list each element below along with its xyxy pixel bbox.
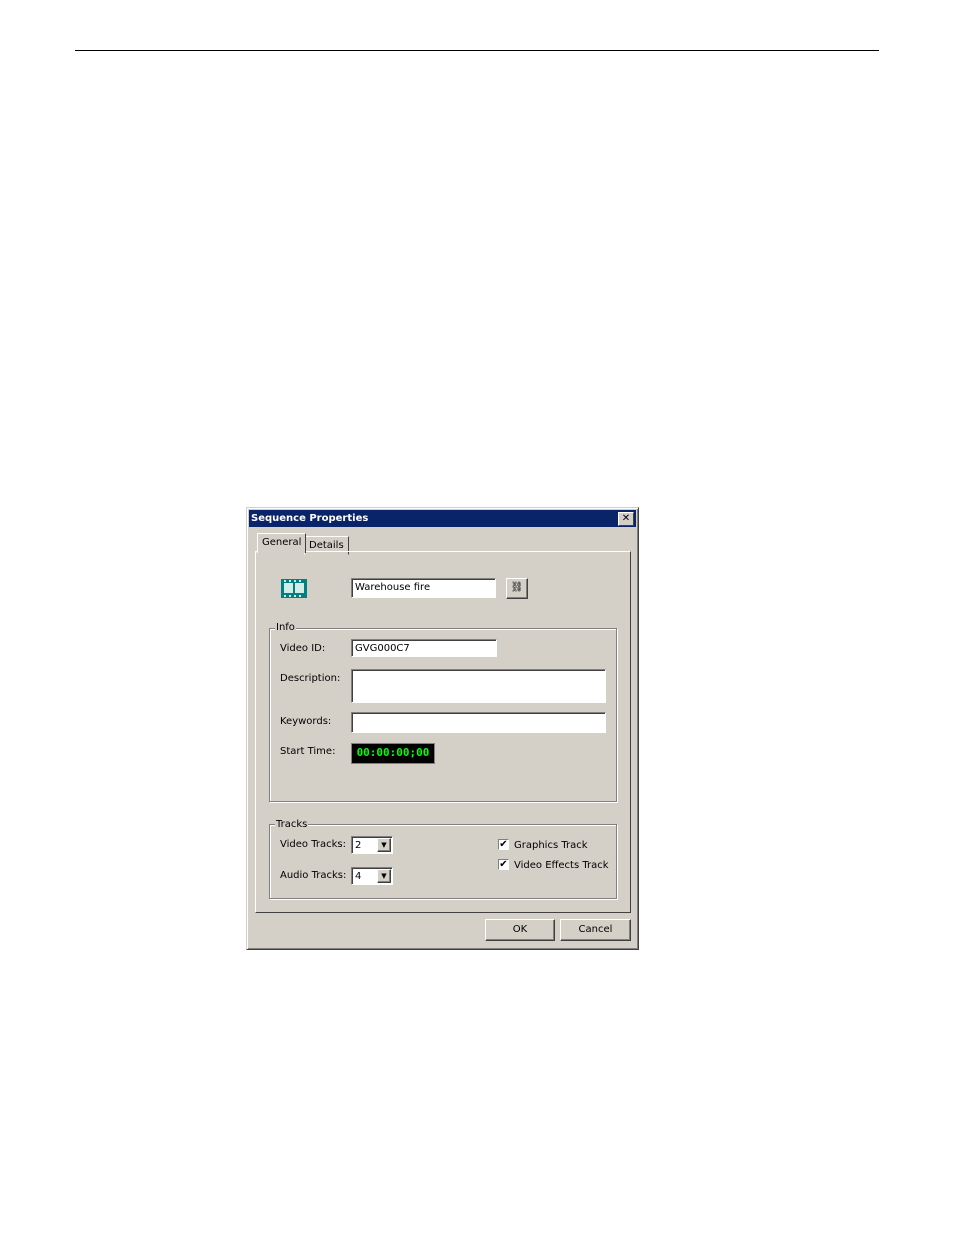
close-button[interactable]: ✕ (618, 512, 634, 526)
video-tracks-value: 2 (355, 840, 362, 851)
link-button[interactable]: ⛓ (506, 578, 528, 599)
chevron-down-icon[interactable]: ▼ (377, 838, 391, 852)
title-bar: Sequence Properties ✕ (249, 510, 636, 527)
tracks-legend: Tracks (275, 819, 309, 830)
audio-tracks-select[interactable]: 4 ▼ (351, 867, 393, 885)
info-legend: Info (275, 622, 296, 633)
keywords-input[interactable] (351, 712, 606, 733)
ok-button[interactable]: OK (485, 919, 555, 941)
video-effects-track-checkbox[interactable]: ✔ (498, 859, 509, 870)
video-id-input[interactable]: GVG000C7 (351, 639, 497, 657)
description-input[interactable] (351, 669, 606, 703)
video-tracks-label: Video Tracks: (280, 839, 346, 850)
start-time-timecode[interactable]: 00:00:00;00 (351, 743, 435, 764)
keywords-label: Keywords: (280, 716, 332, 727)
audio-tracks-value: 4 (355, 871, 362, 882)
video-effects-track-label: Video Effects Track (514, 860, 609, 871)
video-tracks-select[interactable]: 2 ▼ (351, 836, 393, 854)
dialog-title: Sequence Properties (251, 513, 369, 524)
sequence-name-input[interactable]: Warehouse fire (351, 578, 496, 598)
chevron-down-icon[interactable]: ▼ (377, 869, 391, 883)
cancel-button[interactable]: Cancel (560, 919, 631, 941)
graphics-track-checkbox[interactable]: ✔ (498, 839, 509, 850)
start-time-label: Start Time: (280, 746, 336, 757)
video-id-label: Video ID: (280, 643, 326, 654)
description-label: Description: (280, 673, 341, 684)
audio-tracks-label: Audio Tracks: (280, 870, 347, 881)
tab-general[interactable]: General (257, 533, 307, 553)
page-rule (75, 50, 879, 51)
film-icon (281, 579, 307, 598)
graphics-track-label: Graphics Track (514, 840, 588, 851)
sequence-properties-dialog: Sequence Properties ✕ General Details Wa… (246, 507, 639, 950)
link-icon: ⛓ (510, 582, 524, 593)
